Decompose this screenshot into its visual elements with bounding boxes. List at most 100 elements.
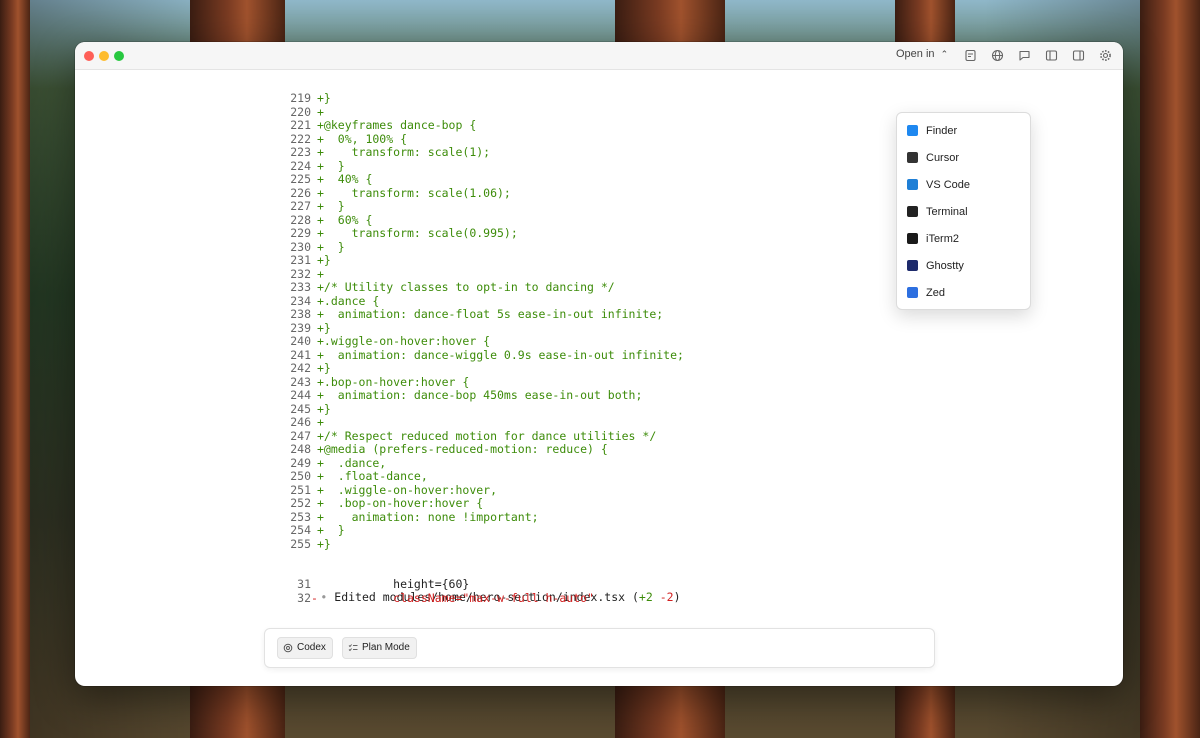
line-number: 250 bbox=[290, 469, 311, 483]
open-in-menu-item-label: Finder bbox=[926, 124, 958, 137]
added-code: +} bbox=[317, 91, 331, 105]
open-in-menu-item-cursor[interactable]: Cursor bbox=[897, 144, 1030, 171]
cursor-icon bbox=[907, 152, 918, 163]
line-number: 227 bbox=[290, 199, 311, 213]
left-sidebar-toggle-icon[interactable] bbox=[1045, 49, 1058, 62]
added-code: + .wiggle-on-hover:hover, bbox=[317, 482, 498, 497]
added-code: + .float-dance, bbox=[317, 469, 428, 483]
context-code: height={60} bbox=[317, 577, 470, 591]
open-in-menu-item-label: Ghostty bbox=[926, 259, 964, 272]
open-in-menu-item-iterm2[interactable]: iTerm2 bbox=[897, 225, 1030, 252]
open-in-menu-item-label: VS Code bbox=[926, 178, 971, 191]
line-number: 224 bbox=[290, 158, 311, 173]
plan-mode-button[interactable]: Plan Mode bbox=[342, 637, 417, 659]
open-in-menu: Finder Cursor VS Code Terminal iTerm2 Ghostty… bbox=[896, 112, 1031, 310]
open-in-menu-item-zed[interactable]: Zed bbox=[897, 279, 1030, 306]
added-code: + transform: scale(1); bbox=[317, 145, 491, 159]
added-code: + bbox=[317, 104, 324, 119]
zoom-window-button[interactable] bbox=[114, 51, 124, 61]
line-number: 221 bbox=[290, 118, 311, 132]
added-code: +@keyframes dance-bop { bbox=[317, 118, 477, 132]
minimize-window-button[interactable] bbox=[99, 51, 109, 61]
vscode-icon bbox=[907, 179, 918, 190]
terminal-icon bbox=[907, 206, 918, 217]
added-code: + animation: dance-bop 450ms ease-in-out… bbox=[317, 388, 643, 402]
added-code: + animation: none !important; bbox=[317, 509, 539, 524]
zed-icon bbox=[907, 287, 918, 298]
iterm2-icon bbox=[907, 233, 918, 244]
checklist-icon bbox=[348, 644, 358, 652]
added-code: +@media (prefers-reduced-motion: reduce)… bbox=[317, 442, 608, 456]
added-code: + bbox=[317, 266, 324, 281]
line-number: 31 bbox=[297, 577, 311, 591]
line-number: 246 bbox=[290, 415, 311, 429]
line-number: 252 bbox=[290, 496, 311, 510]
line-number: 226 bbox=[290, 185, 311, 200]
added-code: +/* Respect reduced motion for dance uti… bbox=[317, 428, 657, 443]
open-in-menu-item-terminal[interactable]: Terminal bbox=[897, 198, 1030, 225]
open-in-menu-item-label: Terminal bbox=[926, 205, 968, 218]
open-in-menu-item-finder[interactable]: Finder bbox=[897, 117, 1030, 144]
added-code: +.wiggle-on-hover:hover { bbox=[317, 334, 491, 348]
removed-count: -2 bbox=[659, 590, 674, 604]
added-code: + 40% { bbox=[317, 172, 373, 186]
open-in-menu-item-label: iTerm2 bbox=[926, 232, 960, 245]
line-number: 32 bbox=[297, 590, 311, 605]
edited-suffix: ) bbox=[673, 590, 681, 604]
gear-icon[interactable] bbox=[1099, 49, 1112, 62]
background-tree-trunk bbox=[1140, 0, 1200, 738]
line-number: 249 bbox=[290, 455, 311, 470]
line-number: 241 bbox=[290, 347, 311, 362]
added-code: + bbox=[317, 415, 324, 429]
line-number: 240 bbox=[290, 334, 311, 348]
added-code: + .bop-on-hover:hover { bbox=[317, 496, 484, 510]
title-bar: Open in ⌃ bbox=[75, 42, 1123, 70]
edited-file-summary: • Edited modules/home/hero-section/index… bbox=[75, 564, 680, 604]
line-number: 242 bbox=[290, 361, 311, 375]
line-number: 229 bbox=[290, 226, 311, 240]
line-number: 243 bbox=[290, 374, 311, 389]
added-code: + } bbox=[317, 199, 345, 213]
added-code: +} bbox=[317, 401, 331, 416]
added-code: + .dance, bbox=[317, 455, 387, 470]
app-window: Open in ⌃ 219 +} 220 +221 +@keyframes dance-… bbox=[75, 42, 1123, 686]
line-number: 245 bbox=[290, 401, 311, 416]
added-code: +.dance { bbox=[317, 293, 380, 308]
line-number: 255 bbox=[290, 536, 311, 551]
line-number: 239 bbox=[290, 320, 311, 335]
line-number: 248 bbox=[290, 442, 311, 456]
chat-bubble-icon[interactable] bbox=[1018, 49, 1031, 62]
open-in-button[interactable]: Open in ⌃ bbox=[896, 48, 948, 60]
added-code: +.bop-on-hover:hover { bbox=[317, 374, 470, 389]
globe-icon[interactable] bbox=[991, 49, 1004, 62]
removed-code: className="max-w-full h-auto" bbox=[317, 590, 594, 605]
composer[interactable]: Codex Plan Mode bbox=[264, 628, 935, 668]
line-number: 233 bbox=[290, 280, 311, 294]
added-code: +} bbox=[317, 536, 331, 551]
open-in-menu-item-ghostty[interactable]: Ghostty bbox=[897, 252, 1030, 279]
right-sidebar-toggle-icon[interactable] bbox=[1072, 49, 1085, 62]
line-number: 234 bbox=[290, 293, 311, 308]
line-number: 230 bbox=[290, 239, 311, 254]
line-number: 220 bbox=[290, 104, 311, 119]
line-number: 231 bbox=[290, 253, 311, 267]
line-number: 232 bbox=[290, 266, 311, 281]
document-icon[interactable] bbox=[964, 49, 977, 62]
added-code: + transform: scale(0.995); bbox=[317, 226, 518, 240]
added-code: + 0%, 100% { bbox=[317, 131, 408, 146]
line-number: 223 bbox=[290, 145, 311, 159]
added-code: + } bbox=[317, 158, 345, 173]
added-code: +/* Utility classes to opt-in to dancing… bbox=[317, 280, 615, 294]
added-code: +} bbox=[317, 253, 331, 267]
codex-button[interactable]: Codex bbox=[277, 637, 333, 659]
line-number: 228 bbox=[290, 212, 311, 227]
close-window-button[interactable] bbox=[84, 51, 94, 61]
added-code: +} bbox=[317, 320, 331, 335]
added-code: + } bbox=[317, 239, 345, 254]
added-code: + transform: scale(1.06); bbox=[317, 185, 511, 200]
chevron-up-icon: ⌃ bbox=[940, 49, 949, 59]
line-number: 238 bbox=[290, 307, 311, 321]
plan-mode-label: Plan Mode bbox=[362, 642, 410, 653]
added-code: + 60% { bbox=[317, 212, 373, 227]
open-in-menu-item-vs-code[interactable]: VS Code bbox=[897, 171, 1030, 198]
